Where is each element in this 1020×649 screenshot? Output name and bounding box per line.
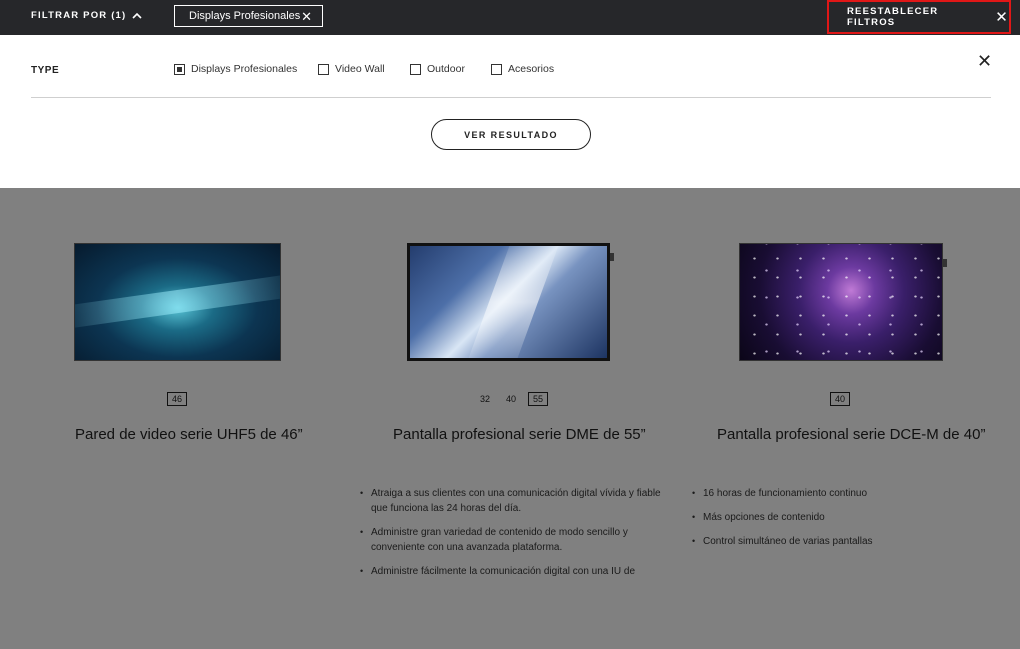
size-selector: 46: [167, 392, 188, 406]
divider: [31, 97, 991, 98]
filter-panel: TYPE Displays Profesionales Video Wall O…: [0, 35, 1020, 188]
size-option[interactable]: 40: [830, 392, 851, 406]
feature-item: Más opciones de contenido: [692, 510, 997, 525]
active-filter-chip[interactable]: Displays Profesionales ✕: [174, 5, 323, 27]
checkbox[interactable]: [318, 63, 329, 75]
active-filter-chip-label: Displays Profesionales: [189, 10, 301, 22]
feature-item: Control simultáneo de varias pantallas: [692, 534, 997, 549]
checkbox[interactable]: [491, 63, 502, 75]
filter-topbar: FILTRAR POR (1) Displays Profesionales ✕…: [0, 0, 1020, 35]
close-icon[interactable]: ✕: [301, 10, 312, 23]
filter-option-label: Video Wall: [335, 63, 385, 75]
feature-list: Atraiga a sus clientes con una comunicac…: [360, 486, 665, 588]
filter-option-outdoor[interactable]: Outdoor: [410, 63, 465, 75]
feature-item: 16 horas de funcionamiento continuo: [692, 486, 997, 501]
view-results-button[interactable]: VER RESULTADO: [431, 119, 591, 150]
filter-toggle-label: FILTRAR POR (1): [31, 10, 127, 21]
chevron-up-icon: [132, 12, 142, 19]
close-icon[interactable]: ✕: [977, 52, 992, 70]
bezel-detail: [610, 253, 614, 261]
reset-filters-button[interactable]: REESTABLECER FILTROS ✕: [827, 0, 1011, 34]
checkbox[interactable]: [410, 63, 421, 75]
filter-toggle[interactable]: FILTRAR POR (1): [31, 10, 142, 21]
size-option[interactable]: 32: [476, 393, 494, 405]
checkbox-checked[interactable]: [174, 63, 185, 75]
size-selector: 40: [830, 392, 851, 406]
feature-item: Atraiga a sus clientes con una comunicac…: [360, 486, 665, 516]
product-image[interactable]: [407, 243, 610, 361]
filter-option-acesorios[interactable]: Acesorios: [491, 63, 554, 75]
close-icon: ✕: [995, 8, 1009, 26]
feature-item: Administre gran variedad de contenido de…: [360, 525, 665, 555]
bezel-detail: [943, 259, 947, 267]
reset-filters-label: REESTABLECER FILTROS: [847, 6, 939, 28]
feature-item: Administre fácilmente la comunicación di…: [360, 564, 665, 579]
size-option[interactable]: 55: [528, 392, 549, 406]
product-image[interactable]: [739, 243, 943, 361]
product-name[interactable]: Pantalla profesional serie DCE-M de 40”: [717, 426, 985, 443]
size-selector: 32 40 55: [476, 392, 549, 406]
filter-option-label: Acesorios: [508, 63, 555, 75]
size-option[interactable]: 40: [502, 393, 520, 405]
feature-list: 16 horas de funcionamiento continuo Más …: [692, 486, 997, 558]
product-name[interactable]: Pantalla profesional serie DME de 55”: [393, 426, 646, 443]
filter-option-label: Outdoor: [427, 63, 465, 75]
product-name[interactable]: Pared de video serie UHF5 de 46”: [75, 426, 303, 443]
filter-option-label: Displays Profesionales: [191, 63, 298, 75]
size-option[interactable]: 46: [167, 392, 188, 406]
filter-group-label: TYPE: [31, 65, 60, 76]
filter-option-displays-profesionales[interactable]: Displays Profesionales: [174, 63, 297, 75]
filter-option-video-wall[interactable]: Video Wall: [318, 63, 385, 75]
product-image[interactable]: [74, 243, 281, 361]
